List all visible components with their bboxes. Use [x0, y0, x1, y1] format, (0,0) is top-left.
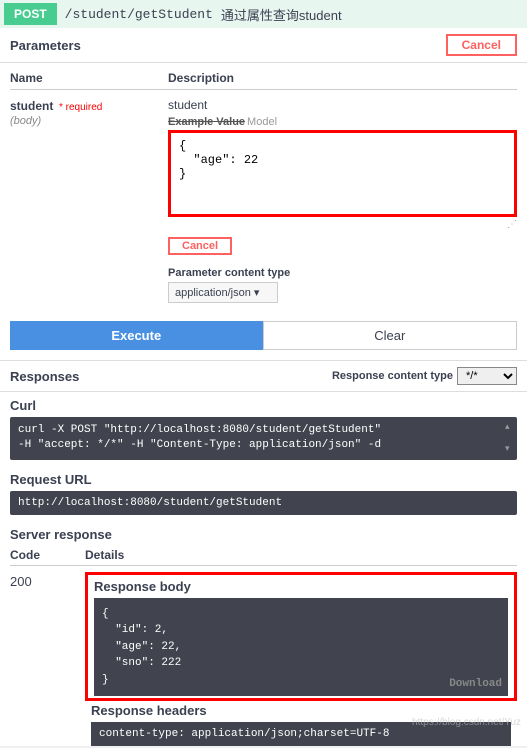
resize-handle-icon[interactable]: ⋰ [168, 219, 517, 231]
param-content-type-select[interactable]: application/json ▾ [168, 282, 278, 303]
request-url-output: http://localhost:8080/student/getStudent [10, 491, 517, 515]
request-url-label: Request URL [10, 472, 517, 487]
responses-title: Responses [10, 369, 79, 384]
http-method-badge: POST [4, 3, 57, 25]
response-body-output: { "id": 2, "age": 22, "sno": 222 }Downlo… [94, 598, 508, 697]
required-marker: * required [59, 102, 102, 113]
col-name-header: Name [10, 71, 168, 85]
parameters-bar: Parameters Cancel [0, 28, 527, 63]
parameters-title: Parameters [10, 38, 81, 53]
status-code: 200 [10, 572, 85, 589]
endpoint-path: /student/getStudent [65, 7, 213, 22]
response-headers-output: content-type: application/json;charset=U… [91, 722, 511, 746]
param-type: (body) [10, 115, 168, 127]
tab-example-value[interactable]: Example Value [168, 116, 245, 128]
response-headers-label: Response headers [91, 703, 517, 718]
response-body-label: Response body [94, 579, 508, 594]
request-body-input[interactable] [171, 133, 514, 211]
endpoint-summary: 通过属性查询student [221, 5, 342, 24]
scrollbar-icon[interactable]: ▴▾ [505, 421, 515, 456]
curl-output: curl -X POST "http://localhost:8080/stud… [10, 417, 517, 460]
col-desc-header: Description [168, 71, 517, 85]
code-column-header: Code [10, 548, 85, 566]
param-cancel-button[interactable]: Cancel [168, 237, 232, 255]
param-name: student [10, 99, 53, 113]
responses-bar: Responses Response content type */* [0, 360, 527, 392]
tab-model[interactable]: Model [247, 116, 277, 128]
download-button[interactable]: Download [449, 676, 502, 693]
param-content-type-label: Parameter content type [168, 267, 517, 279]
param-description: student [168, 98, 517, 112]
param-row: student * required (body) student Exampl… [10, 98, 517, 303]
response-content-type-select[interactable]: */* [457, 367, 517, 385]
details-column-header: Details [85, 548, 517, 566]
response-body-highlight: Response body { "id": 2, "age": 22, "sno… [85, 572, 517, 702]
chevron-down-icon: ▾ [254, 287, 260, 299]
cancel-button[interactable]: Cancel [446, 34, 517, 56]
curl-label: Curl [10, 398, 517, 413]
parameters-table: Name Description student * required (bod… [0, 63, 527, 311]
operation-header[interactable]: POST /student/getStudent 通过属性查询student [0, 0, 527, 28]
server-response-label: Server response [10, 527, 517, 542]
execute-button[interactable]: Execute [10, 321, 263, 350]
response-content-type-label: Response content type [332, 370, 453, 382]
body-input-highlight [168, 130, 517, 217]
clear-button[interactable]: Clear [263, 321, 518, 350]
